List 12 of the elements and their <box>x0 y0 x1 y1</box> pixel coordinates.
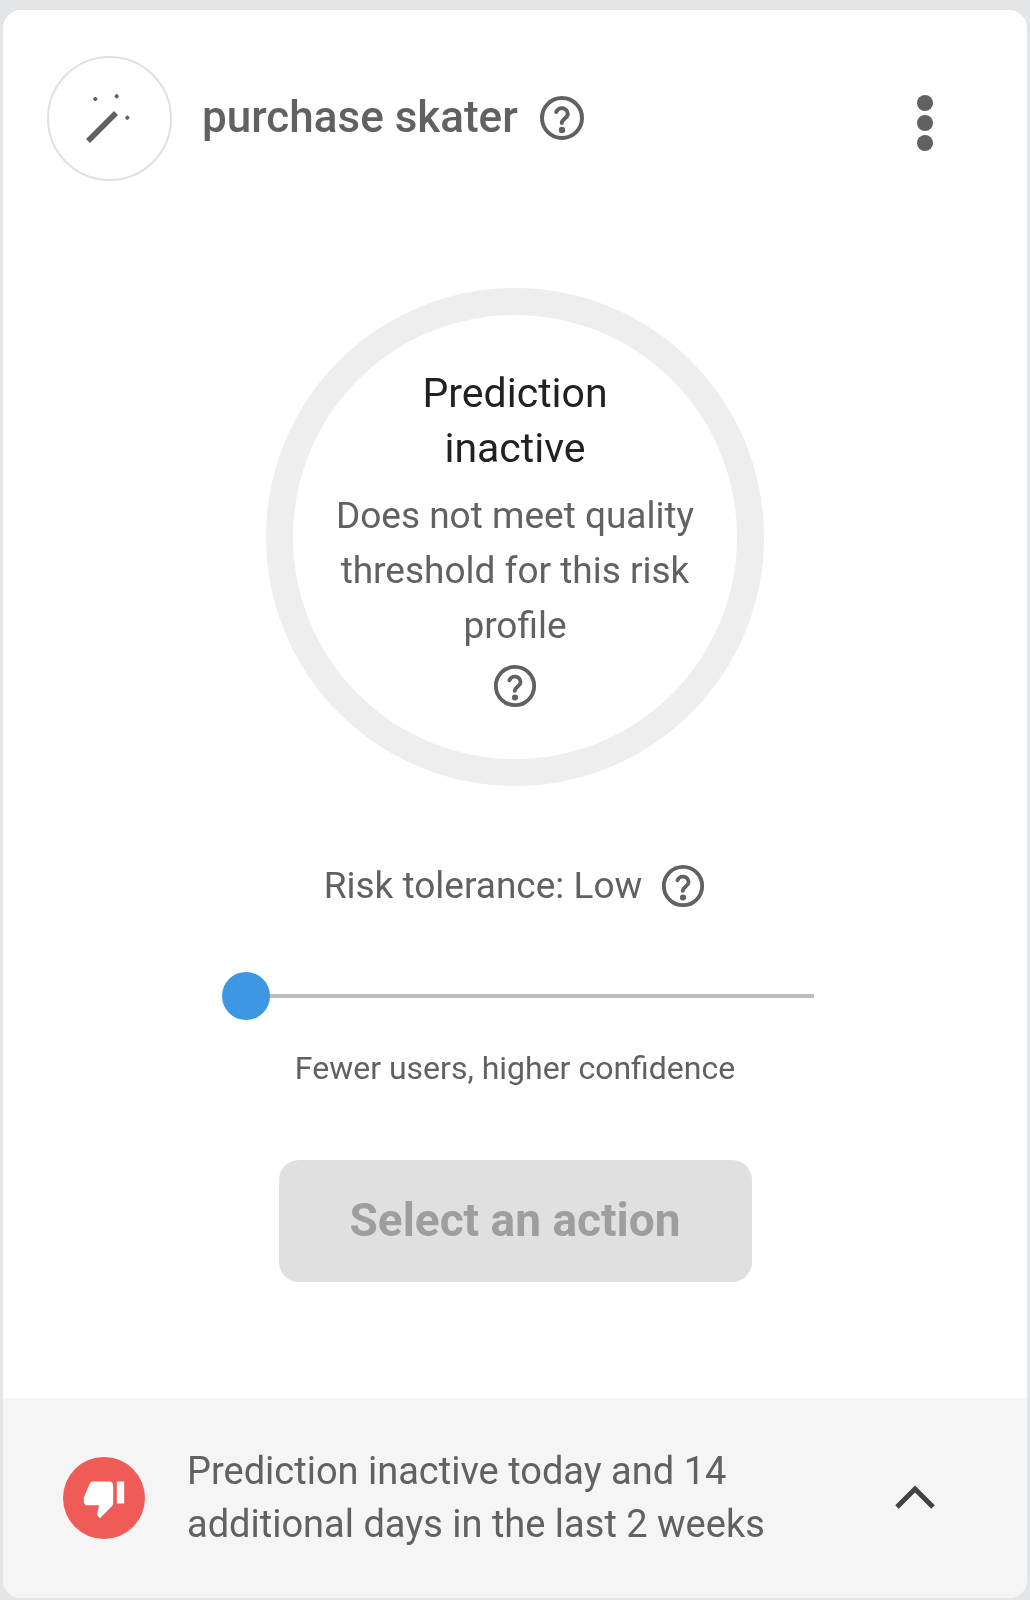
status-message: Does not meet quality threshold for this risk profile <box>334 492 696 649</box>
help-icon[interactable] <box>537 94 586 142</box>
help-icon[interactable] <box>660 862 707 909</box>
footer-message: Prediction inactive today and 14 additional days in the last 2 weeks <box>187 1448 766 1548</box>
risk-tolerance-label: Risk tolerance: Low <box>323 863 643 909</box>
more-options-icon[interactable] <box>915 94 935 152</box>
status-title: Prediction inactive <box>421 367 609 474</box>
slider-caption: Fewer users, higher confidence <box>294 1047 736 1089</box>
magic-wand-icon <box>47 56 172 181</box>
help-icon[interactable] <box>492 662 538 709</box>
slider-thumb[interactable] <box>222 971 270 1020</box>
card-title: purchase skater <box>202 90 518 145</box>
